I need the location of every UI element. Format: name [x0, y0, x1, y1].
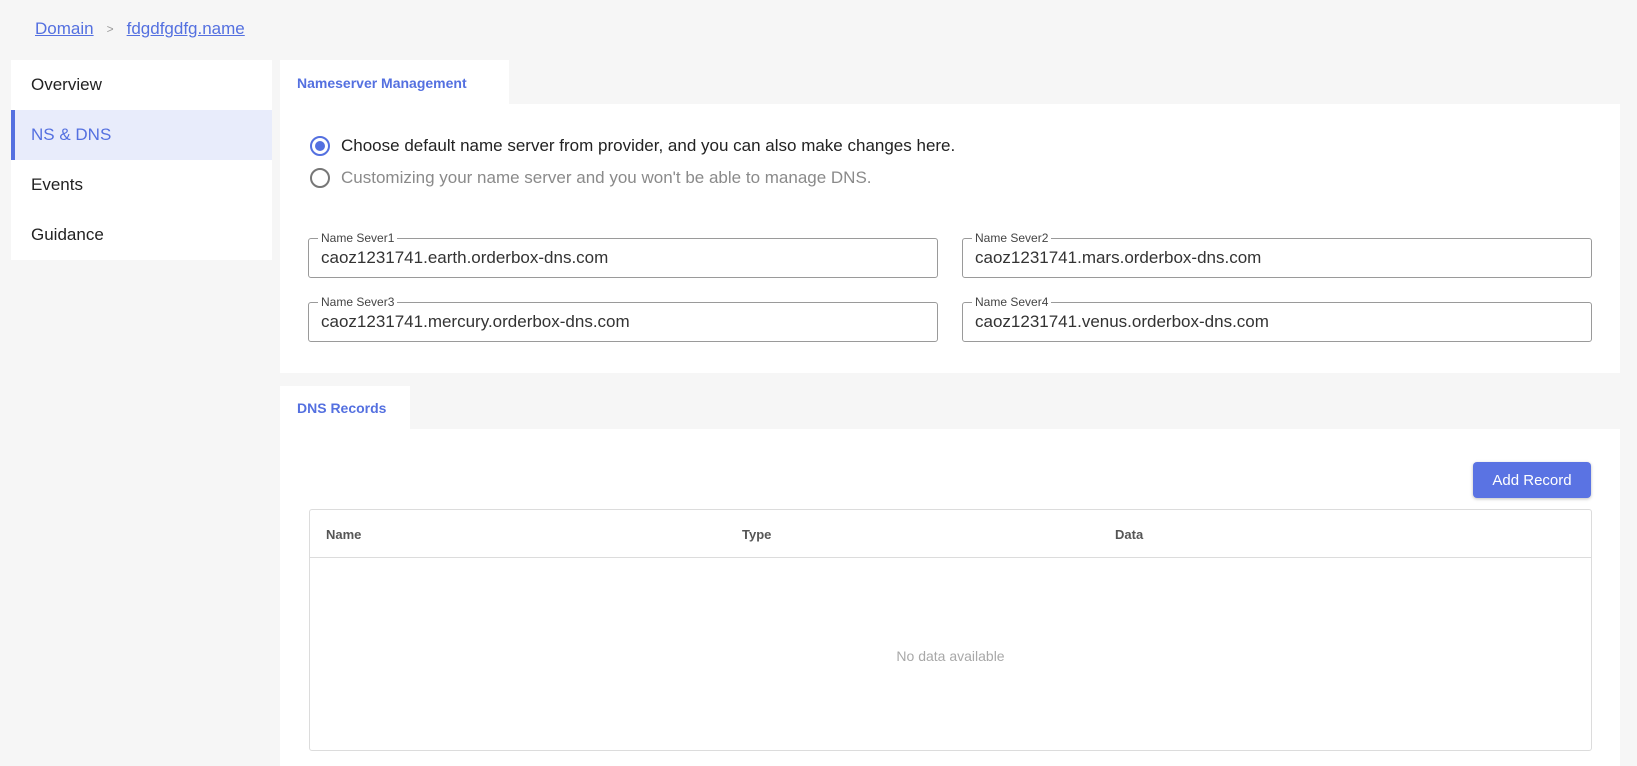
name-server-2-field[interactable]: Name Sever2 — [962, 231, 1592, 278]
tab-nameserver-management[interactable]: Nameserver Management — [280, 60, 509, 105]
name-server-1-input[interactable] — [321, 247, 921, 269]
name-server-1-legend: Name Sever1 — [318, 231, 398, 245]
add-record-button[interactable]: Add Record — [1473, 462, 1591, 498]
name-server-1-field[interactable]: Name Sever1 — [308, 231, 938, 278]
sidebar-item-guidance[interactable]: Guidance — [11, 210, 272, 260]
column-header-name[interactable]: Name — [326, 527, 361, 542]
name-server-4-legend: Name Sever4 — [972, 295, 1052, 309]
radio-custom-label: Customizing your name server and you won… — [341, 168, 872, 187]
sidebar-item-events[interactable]: Events — [11, 160, 272, 210]
name-server-4-input[interactable] — [975, 311, 1575, 333]
nameserver-panel: Choose default name server from provider… — [280, 104, 1620, 373]
tab-dns-records[interactable]: DNS Records — [280, 386, 410, 430]
column-header-type[interactable]: Type — [742, 527, 771, 542]
radio-default-nameserver[interactable]: Choose default name server from provider… — [310, 136, 955, 156]
name-server-2-input[interactable] — [975, 247, 1575, 269]
sidebar-item-ns-dns[interactable]: NS & DNS — [11, 110, 272, 160]
table-header: Name Type Data — [310, 510, 1591, 558]
name-server-3-legend: Name Sever3 — [318, 295, 398, 309]
sidebar-item-overview[interactable]: Overview — [11, 60, 272, 110]
dns-records-panel: Add Record Name Type Data No data availa… — [280, 429, 1620, 766]
radio-checked-icon[interactable] — [310, 136, 330, 156]
name-server-4-field[interactable]: Name Sever4 — [962, 295, 1592, 342]
breadcrumb-domain-link[interactable]: Domain — [35, 19, 94, 39]
empty-state-text: No data available — [896, 648, 1005, 664]
radio-unchecked-icon[interactable] — [310, 168, 330, 188]
name-server-2-legend: Name Sever2 — [972, 231, 1052, 245]
breadcrumb: Domain > fdgdfgdfg.name — [35, 19, 245, 39]
sidebar: Overview NS & DNS Events Guidance — [11, 60, 272, 260]
radio-default-label: Choose default name server from provider… — [341, 136, 956, 155]
column-header-data[interactable]: Data — [1115, 527, 1143, 542]
breadcrumb-separator: > — [106, 22, 114, 36]
name-server-3-input[interactable] — [321, 311, 921, 333]
breadcrumb-current-link[interactable]: fdgdfgdfg.name — [127, 19, 245, 39]
name-server-3-field[interactable]: Name Sever3 — [308, 295, 938, 342]
dns-records-table: Name Type Data No data available — [309, 509, 1592, 751]
radio-custom-nameserver[interactable]: Customizing your name server and you won… — [310, 168, 872, 188]
